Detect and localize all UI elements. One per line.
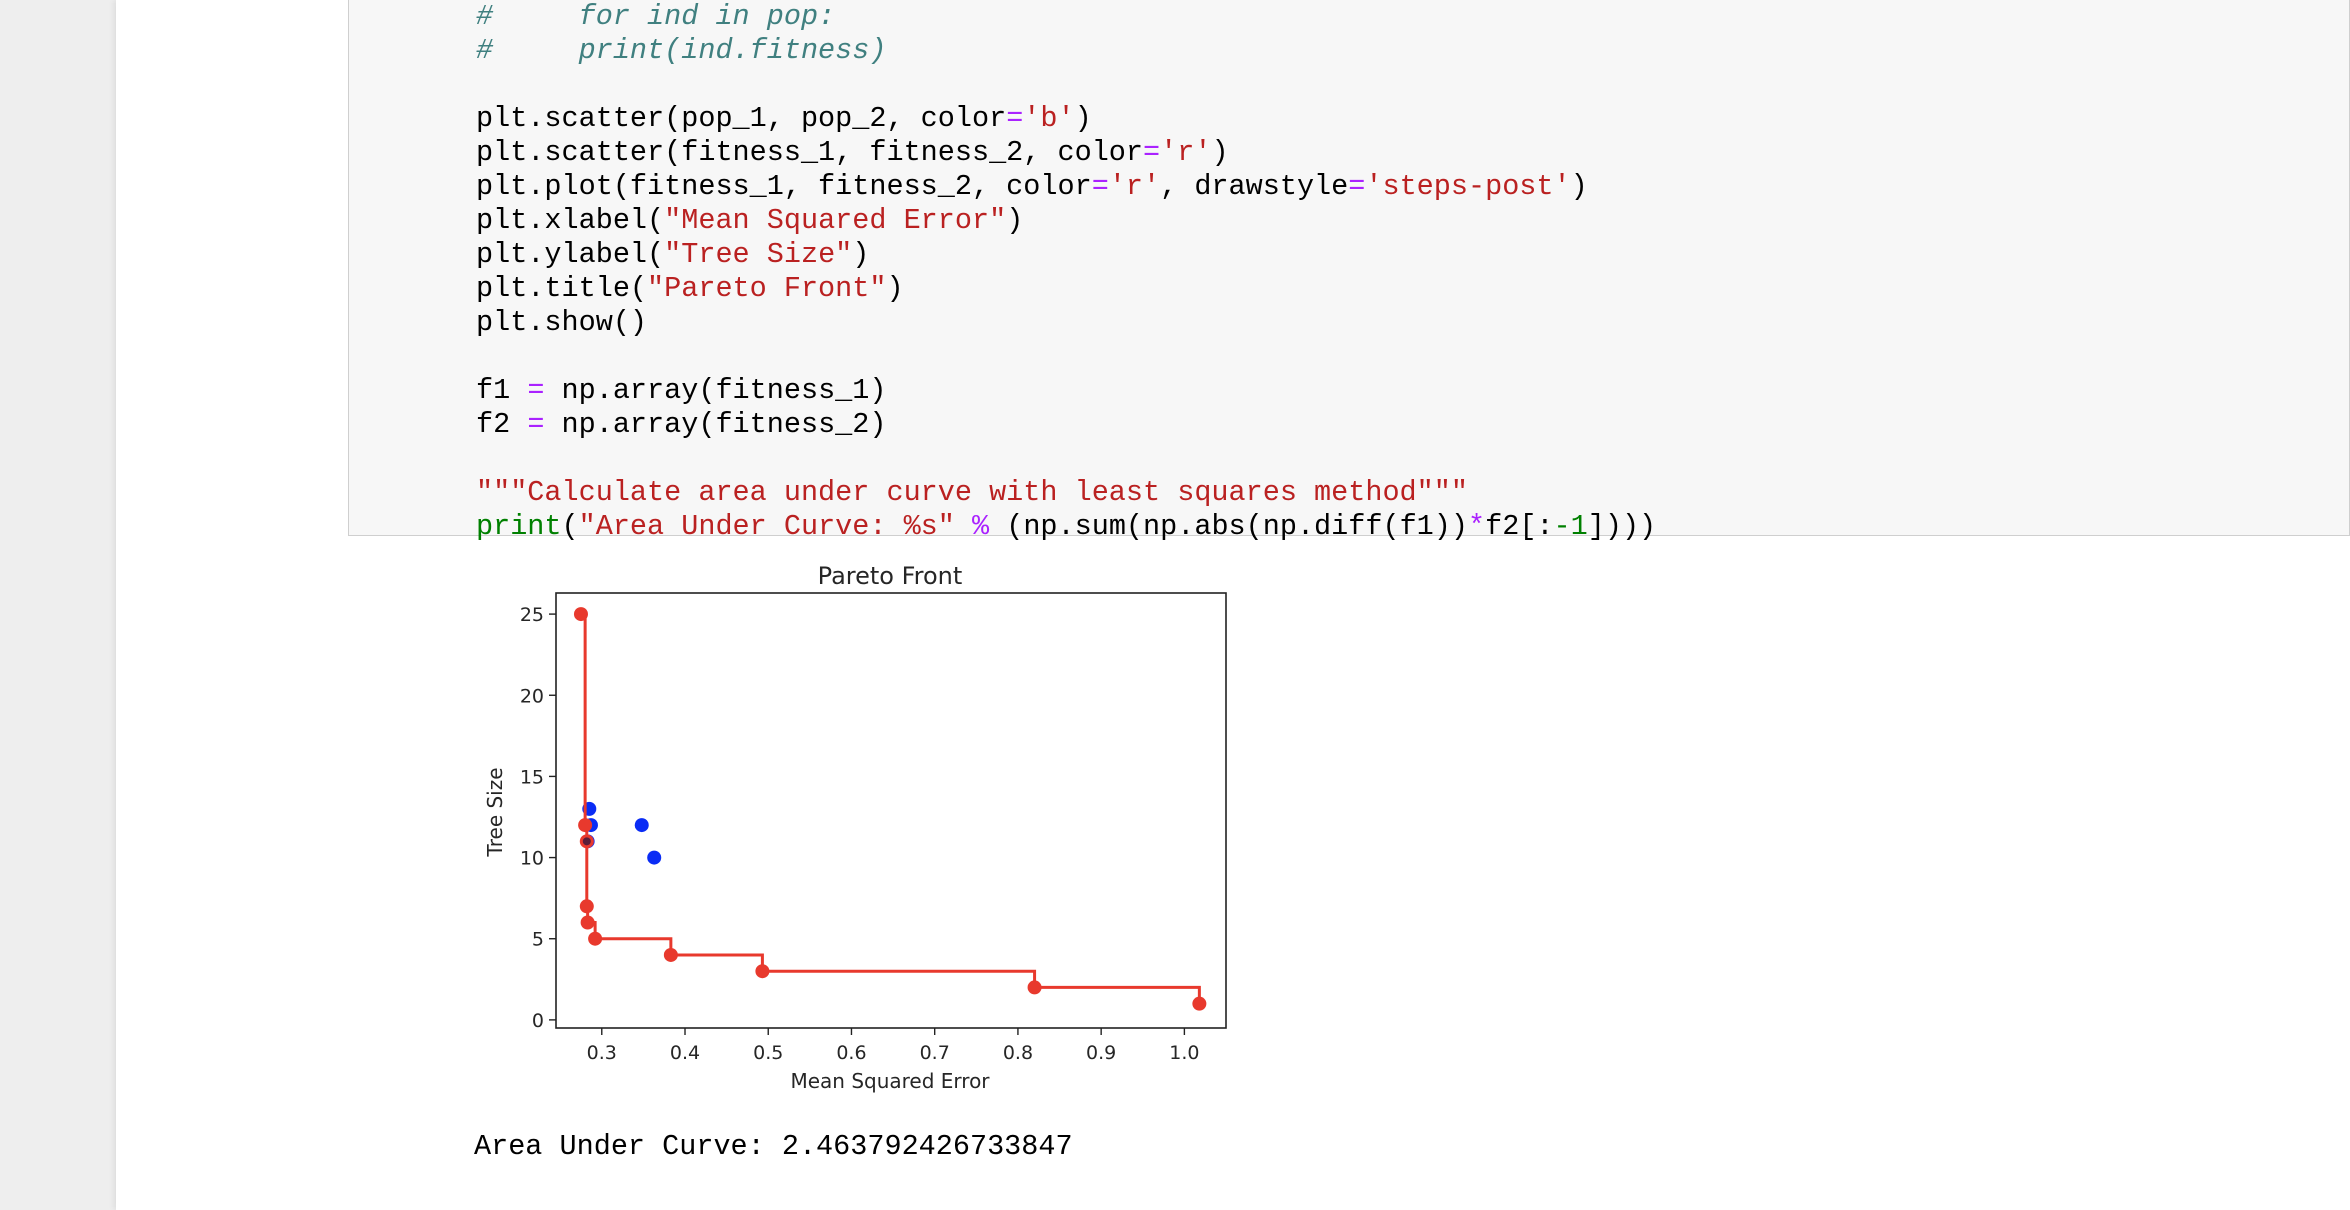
code-token: 'b' [1023, 102, 1075, 135]
code-token: "Pareto Front" [647, 272, 887, 305]
code-token: f2[: [1485, 510, 1554, 543]
code-token: 'r' [1160, 136, 1212, 169]
code-token: , drawstyle [1160, 170, 1349, 203]
scatter-point-overlap [582, 837, 591, 846]
code-token: plt.title( [476, 272, 648, 305]
scatter-point-series-1 [755, 964, 770, 979]
code-line: # print(ind.fitness) [476, 34, 1656, 68]
code-token: ]))) [1587, 510, 1657, 543]
chart-axes: 0.3 0.4 0.5 0.6 0.7 0.8 0.9 1.0 0 5 10 15 20 25 [520, 604, 1200, 1064]
cell-output-text: Area Under Curve: 2.463792426733847 [474, 1130, 1073, 1163]
code-line: f1 = np.array(fitness_1) [476, 374, 1656, 408]
code-token: "Tree Size" [664, 238, 853, 271]
code-line: """Calculate area under curve with least… [476, 476, 1656, 510]
code-token: = [1143, 136, 1161, 169]
code-token: np.array(fitness_2) [544, 408, 887, 441]
code-token: f2 [476, 408, 528, 441]
series-step-line-1 [580, 612, 1201, 1004]
code-line: print("Area Under Curve: %s" % (np.sum(n… [476, 510, 1656, 544]
y-tick-label: 25 [520, 604, 544, 626]
code-token: * [1468, 510, 1486, 543]
code-token: ) [852, 238, 870, 271]
code-token: plt.ylabel( [476, 238, 665, 271]
scatter-point-series-0 [634, 818, 649, 833]
code-token: ) [1570, 170, 1588, 203]
code-line: plt.ylabel("Tree Size") [476, 238, 1656, 272]
x-tick-label: 0.7 [920, 1042, 950, 1064]
scatter-point-series-1 [573, 607, 588, 622]
scatter-point-series-1 [579, 899, 594, 914]
y-axis-label: Tree Size [483, 767, 507, 857]
code-token: 'r' [1108, 170, 1161, 203]
y-tick-label: 0 [532, 1010, 544, 1032]
code-token: -1 [1553, 510, 1588, 543]
y-tick-label: 5 [532, 929, 544, 951]
code-token: plt.scatter(fitness_1, fitness_2, color [476, 136, 1144, 169]
code-token: % [972, 510, 990, 543]
code-token: """Calculate area under curve with least… [476, 476, 1468, 509]
code-line: plt.show() [476, 306, 1656, 340]
code-token: = [1348, 170, 1366, 203]
code-token: np.array(fitness_1) [544, 374, 887, 407]
scatter-point-series-0 [647, 850, 662, 865]
x-tick-label: 1.0 [1169, 1042, 1199, 1064]
code-token: (np.sum(np.abs(np.diff(f1)) [989, 510, 1468, 543]
code-line: plt.plot(fitness_1, fitness_2, color='r'… [476, 170, 1656, 204]
code-token: = [1091, 170, 1109, 203]
code-line: # for ind in pop: [476, 0, 1656, 34]
code-token: print [476, 510, 562, 543]
scatter-point-series-1 [580, 915, 595, 930]
code-token: "Area Under Curve: %s" [578, 510, 955, 543]
code-token: plt.xlabel( [476, 204, 665, 237]
code-token: # for ind in pop: [476, 0, 836, 33]
y-tick-label: 15 [520, 766, 544, 788]
code-line: plt.xlabel("Mean Squared Error") [476, 204, 1656, 238]
code-line: plt.title("Pareto Front") [476, 272, 1656, 306]
code-token: ) [886, 272, 904, 305]
notebook-page: # for ind in pop: # print(ind.fitness) plt… [116, 0, 2350, 1210]
scatter-point-series-1 [1192, 996, 1207, 1011]
code-token: plt.show() [476, 306, 648, 339]
code-token: ) [1074, 102, 1092, 135]
code-token: = [527, 374, 545, 407]
code-token: f1 [476, 374, 528, 407]
code-line: f2 = np.array(fitness_2) [476, 408, 1656, 442]
code-token: 'steps-post' [1365, 170, 1571, 203]
x-tick-label: 0.4 [670, 1042, 700, 1064]
x-tick-label: 0.5 [753, 1042, 783, 1064]
x-tick-label: 0.3 [587, 1042, 617, 1064]
scatter-point-series-1 [1027, 980, 1042, 995]
scatter-point-series-1 [663, 947, 678, 962]
x-axis-label: Mean Squared Error [790, 1069, 990, 1093]
code-token: ) [1211, 136, 1229, 169]
scatter-point-series-1 [588, 931, 603, 946]
code-line: plt.scatter(pop_1, pop_2, color='b') [476, 102, 1656, 136]
code-line: plt.scatter(fitness_1, fitness_2, color=… [476, 136, 1656, 170]
code-token: plt.plot(fitness_1, fitness_2, color [476, 170, 1092, 203]
pareto-front-chart: Pareto Front 0.3 0.4 0.5 0.6 0.7 0.8 0.9 1.0 0 5 1… [483, 562, 1227, 1093]
x-tick-label: 0.8 [1003, 1042, 1033, 1064]
x-tick-label: 0.6 [836, 1042, 866, 1064]
code-editor[interactable]: # for ind in pop: # print(ind.fitness) plt… [476, 0, 1656, 544]
code-token: "Mean Squared Error" [664, 204, 1007, 237]
scatter-point-series-1 [578, 818, 593, 833]
chart-series [573, 607, 1207, 1011]
code-token: = [527, 408, 545, 441]
x-tick-label: 0.9 [1086, 1042, 1116, 1064]
code-token: plt.scatter(pop_1, pop_2, color [476, 102, 1007, 135]
y-tick-label: 10 [520, 848, 544, 870]
y-tick-label: 20 [520, 685, 544, 707]
code-token: ) [1006, 204, 1024, 237]
code-token: = [1006, 102, 1024, 135]
chart-title: Pareto Front [818, 562, 963, 590]
code-token: # print(ind.fitness) [476, 34, 887, 67]
code-token: ( [561, 510, 579, 543]
plot-frame [555, 592, 1227, 1029]
